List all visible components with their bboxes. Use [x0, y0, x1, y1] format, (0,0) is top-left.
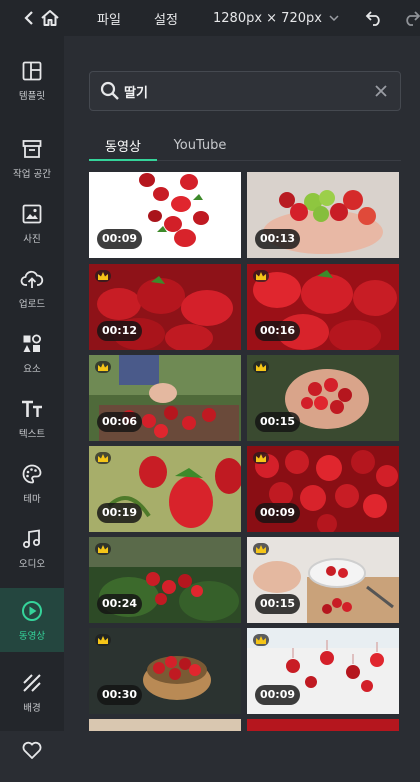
premium-crown-icon	[253, 543, 269, 555]
video-thumbnail[interactable]: 00:19	[89, 446, 241, 532]
home-icon[interactable]	[40, 0, 60, 36]
duration-badge: 00:16	[255, 321, 301, 341]
back-chevron-icon[interactable]	[24, 0, 34, 36]
sidebar-item-label: 요소	[23, 363, 41, 375]
clear-search-icon[interactable]	[374, 83, 388, 102]
video-thumbnail[interactable]: 00:13	[247, 172, 399, 258]
sidebar-item-label: 작업 공간	[13, 168, 51, 180]
video-thumbnail[interactable]: 00:06	[89, 355, 241, 441]
premium-crown-icon	[95, 270, 111, 282]
duration-badge: 00:24	[97, 594, 143, 614]
duration-badge: 00:12	[97, 321, 143, 341]
sidebar-item-label: 템플릿	[18, 90, 46, 102]
sidebar-item-audio[interactable]: 오디오	[0, 516, 64, 580]
premium-crown-icon	[253, 361, 269, 373]
video-thumbnail[interactable]: 00:09	[247, 446, 399, 532]
sidebar-item-theme[interactable]: 테마	[0, 451, 64, 515]
background-icon	[20, 671, 44, 695]
video-thumbnail[interactable]: 00:24	[89, 537, 241, 623]
sidebar-item-label: 배경	[23, 702, 41, 714]
duration-badge: 00:30	[97, 685, 143, 705]
sidebar: 템플릿 작업 공간 사진 업로드 요소 텍스트 테마 오디오 동영상 배경	[0, 36, 64, 759]
tab-video[interactable]: 동영상	[89, 130, 157, 161]
upload-icon	[20, 267, 44, 291]
duration-badge: 00:06	[97, 412, 143, 432]
video-thumbnail[interactable]: 00:16	[247, 264, 399, 350]
sidebar-item-more[interactable]	[0, 718, 64, 782]
canvas-size-dropdown[interactable]: 1280px × 720px	[213, 0, 339, 36]
duration-badge: 00:13	[255, 229, 301, 249]
elements-icon	[20, 332, 44, 356]
video-panel: 동영상 YouTube 00:09 0	[64, 36, 420, 731]
search-input[interactable]	[124, 80, 354, 102]
video-thumbnail[interactable]: 00:15	[247, 537, 399, 623]
premium-crown-icon	[253, 634, 269, 646]
sidebar-item-elements[interactable]: 요소	[0, 321, 64, 385]
duration-badge: 00:19	[97, 503, 143, 523]
sidebar-item-upload[interactable]: 업로드	[0, 256, 64, 320]
premium-crown-icon	[95, 634, 111, 646]
search-icon	[100, 81, 120, 105]
premium-crown-icon	[95, 361, 111, 373]
theme-icon	[20, 462, 44, 486]
text-icon	[20, 397, 44, 421]
sidebar-item-photo[interactable]: 사진	[0, 191, 64, 255]
sidebar-item-text[interactable]: 텍스트	[0, 386, 64, 450]
sidebar-item-label: 동영상	[18, 630, 46, 642]
video-thumbnail[interactable]: 00:12	[89, 264, 241, 350]
sidebar-item-label: 사진	[23, 233, 41, 245]
duration-badge: 00:15	[255, 412, 301, 432]
premium-crown-icon	[95, 543, 111, 555]
video-thumbnail[interactable]: 00:15	[247, 355, 399, 441]
premium-crown-icon	[253, 270, 269, 282]
duration-badge: 00:09	[255, 503, 301, 523]
play-circle-icon	[20, 599, 44, 623]
premium-crown-icon	[253, 452, 269, 464]
sidebar-item-template[interactable]: 템플릿	[0, 48, 64, 112]
file-menu[interactable]: 파일	[97, 0, 121, 36]
video-thumbnail-partial[interactable]	[89, 719, 241, 731]
source-tabs: 동영상 YouTube	[89, 130, 401, 161]
video-thumbnail-partial[interactable]	[247, 719, 399, 731]
template-icon	[20, 59, 44, 83]
top-toolbar: 파일 설정 1280px × 720px	[0, 0, 420, 36]
sidebar-item-label: 텍스트	[18, 428, 46, 440]
undo-icon[interactable]	[365, 0, 383, 36]
redo-icon[interactable]	[403, 0, 420, 36]
heart-icon	[20, 738, 44, 762]
sidebar-item-video[interactable]: 동영상	[0, 588, 64, 652]
settings-menu[interactable]: 설정	[154, 0, 178, 36]
chevron-down-icon	[329, 15, 339, 21]
tab-youtube[interactable]: YouTube	[165, 130, 235, 160]
duration-badge: 00:09	[97, 229, 143, 249]
duration-badge: 00:15	[255, 594, 301, 614]
sidebar-item-background[interactable]: 배경	[0, 660, 64, 724]
canvas-size-label: 1280px × 720px	[213, 10, 322, 26]
video-thumbnail[interactable]: 00:30	[89, 628, 241, 714]
video-thumbnail[interactable]: 00:09	[89, 172, 241, 258]
sidebar-item-label: 오디오	[18, 558, 46, 570]
premium-crown-icon	[95, 452, 111, 464]
sidebar-item-workspace[interactable]: 작업 공간	[0, 126, 64, 190]
search-box	[89, 71, 401, 111]
sidebar-item-label: 업로드	[18, 298, 46, 310]
duration-badge: 00:09	[255, 685, 301, 705]
video-thumbnail[interactable]: 00:09	[247, 628, 399, 714]
workspace-icon	[20, 137, 44, 161]
music-note-icon	[20, 527, 44, 551]
sidebar-item-label: 테마	[23, 493, 41, 505]
photo-icon	[20, 202, 44, 226]
